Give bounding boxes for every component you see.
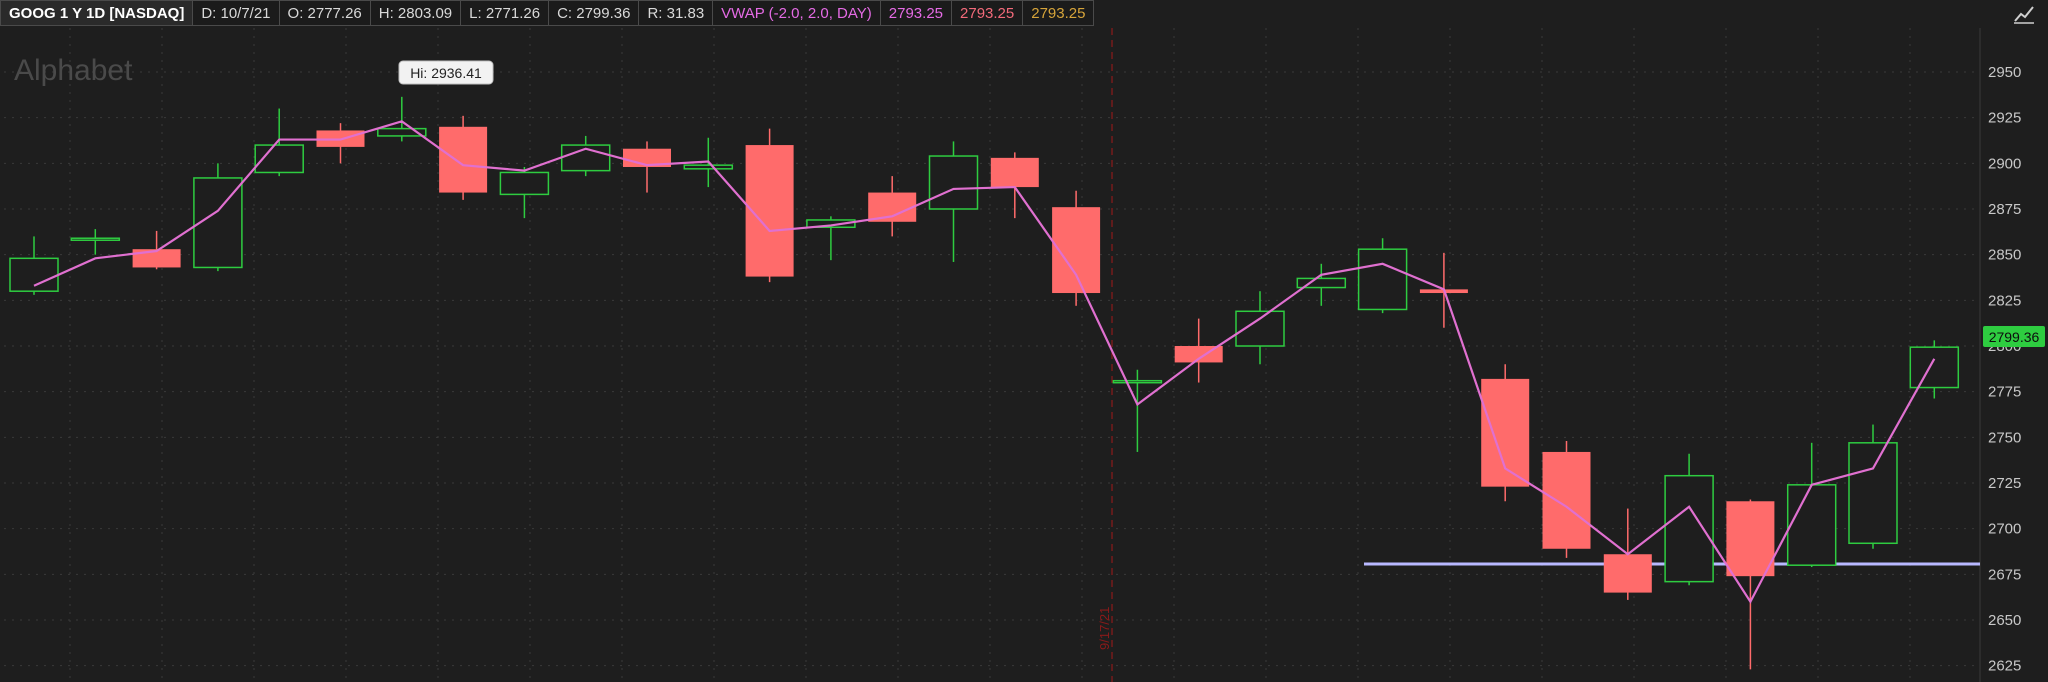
candle-body-up[interactable] — [499, 171, 550, 196]
y-tick-label: 2625 — [1988, 658, 2021, 675]
candle-body-down[interactable] — [1726, 501, 1775, 577]
candle-body-up[interactable] — [1664, 474, 1714, 583]
date-value: D: 10/7/21 — [193, 0, 280, 26]
hi-callout-label: Hi: 2936.41 — [410, 65, 482, 81]
price-chart[interactable]: Alphabet 9/17/21 2625 2650 2675 2700 2725 275… — [0, 0, 2048, 682]
candle-body-up[interactable] — [1112, 379, 1163, 384]
last-price-label: 2799.36 — [1989, 329, 2040, 345]
chart-header: GOOG 1 Y 1D [NASDAQ] D: 10/7/21 O: 2777.… — [0, 0, 1990, 26]
candle-body-up[interactable] — [683, 164, 734, 170]
open-value: O: 2777.26 — [279, 0, 371, 26]
last-price-tag: 2799.36 — [1983, 326, 2045, 347]
candle-body-down[interactable] — [1481, 378, 1530, 487]
y-tick-label: 2700 — [1988, 521, 2021, 538]
y-tick-label: 2775 — [1988, 384, 2021, 401]
date-marker-label: 9/17/21 — [1097, 607, 1112, 650]
candle-body-up[interactable] — [9, 257, 59, 292]
y-tick-label: 2675 — [1988, 566, 2021, 583]
y-tick-label: 2925 — [1988, 110, 2021, 127]
y-tick-label: 2750 — [1988, 429, 2021, 446]
vwap-value-1: 2793.25 — [880, 0, 953, 26]
candles-group — [9, 96, 1960, 670]
y-tick-label: 2725 — [1988, 475, 2021, 492]
y-tick-label: 2825 — [1988, 292, 2021, 309]
candle-body-up[interactable] — [1357, 248, 1408, 311]
candle-body-down[interactable] — [1603, 554, 1652, 593]
watermark-text: Alphabet — [14, 54, 133, 87]
y-tick-label: 2900 — [1988, 155, 2021, 172]
candle-body-down[interactable] — [990, 157, 1039, 188]
high-value: H: 2803.09 — [370, 0, 462, 26]
candle-body-down[interactable] — [1542, 451, 1591, 549]
grid-lines — [4, 28, 1981, 682]
range-value: R: 31.83 — [639, 0, 714, 26]
symbol-label[interactable]: GOOG 1 Y 1D [NASDAQ] — [0, 0, 194, 26]
vwap-study-label[interactable]: VWAP (-2.0, 2.0, DAY) — [713, 0, 881, 26]
vwap-value-3: 2793.25 — [1023, 0, 1095, 26]
candle-body-up[interactable] — [1909, 346, 1960, 389]
candle-body-up[interactable] — [1848, 442, 1898, 545]
candle-body-up[interactable] — [1786, 484, 1837, 566]
close-value: C: 2799.36 — [549, 0, 640, 26]
candle-body-down[interactable] — [439, 126, 488, 193]
chart-style-icon[interactable] — [2012, 4, 2036, 24]
y-tick-label: 2650 — [1988, 612, 2021, 629]
low-value: L: 2771.26 — [461, 0, 550, 26]
hi-callout: Hi: 2936.41 — [398, 60, 494, 85]
vwap-line — [33, 120, 1936, 604]
y-tick-label: 2850 — [1988, 247, 2021, 264]
y-axis: 2625265026752700272527502775280028252850… — [1988, 64, 2021, 675]
vwap-value-2: 2793.25 — [952, 0, 1024, 26]
candle-body-up[interactable] — [928, 155, 979, 210]
y-tick-label: 2950 — [1988, 64, 2021, 81]
candle-body-up[interactable] — [70, 237, 121, 241]
y-tick-label: 2875 — [1988, 201, 2021, 218]
